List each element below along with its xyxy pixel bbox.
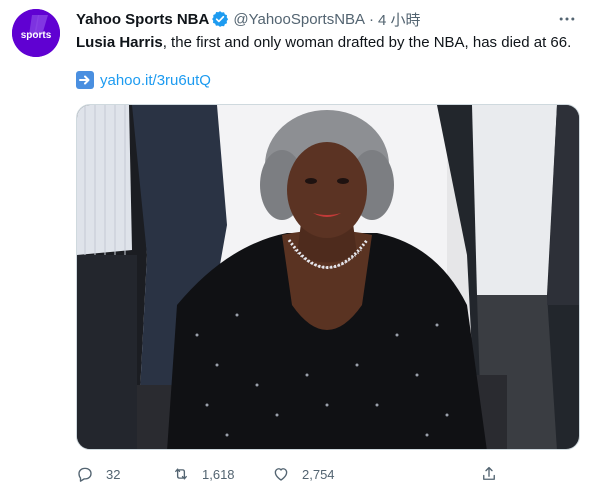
display-name[interactable]: Yahoo Sports NBA	[76, 11, 209, 28]
more-icon[interactable]	[554, 7, 580, 31]
reply-count: 32	[106, 466, 121, 482]
action-bar: 32 1,618 2,754	[76, 462, 506, 486]
like-button[interactable]: 2,754	[272, 465, 335, 483]
separator-dot: ·	[369, 10, 375, 28]
link-line: yahoo.it/3ru6utQ	[76, 70, 211, 90]
avatar[interactable]: sports	[12, 9, 60, 57]
share-button[interactable]	[480, 465, 510, 483]
tweet-text-rest: , the first and only woman drafted by th…	[162, 34, 572, 51]
verified-badge-icon	[211, 10, 229, 28]
retweet-icon	[172, 465, 190, 483]
heart-icon	[272, 465, 290, 483]
tweet-text: Lusia Harris, the first and only woman d…	[76, 33, 581, 53]
handle[interactable]: @YahooSportsNBA	[233, 11, 365, 28]
tweet-photo[interactable]	[76, 104, 580, 450]
reply-button[interactable]: 32	[76, 465, 120, 483]
tweet[interactable]: sports Yahoo Sports NBA @YahooSportsNBA …	[0, 0, 596, 494]
photo-image	[77, 105, 579, 449]
share-icon	[480, 465, 498, 483]
avatar-label: sports	[21, 30, 52, 41]
right-arrow-emoji-icon	[76, 71, 94, 89]
tweet-link[interactable]: yahoo.it/3ru6utQ	[100, 72, 211, 89]
reply-icon	[76, 465, 94, 483]
retweet-button[interactable]: 1,618	[172, 465, 235, 483]
tweet-text-bold: Lusia Harris	[76, 34, 163, 51]
retweet-count: 1,618	[202, 466, 235, 482]
like-count: 2,754	[302, 466, 335, 482]
tweet-header: Yahoo Sports NBA @YahooSportsNBA · 4 小時	[76, 9, 580, 29]
timestamp[interactable]: 4 小時	[378, 9, 421, 30]
